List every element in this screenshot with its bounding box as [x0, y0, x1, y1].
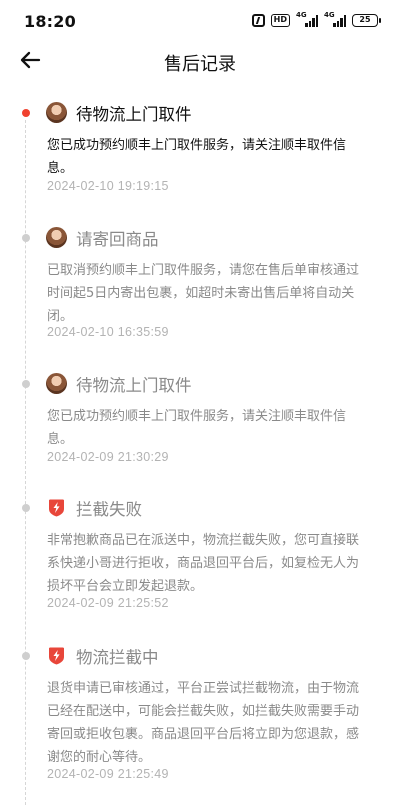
entry-description: 您已成功预约顺丰上门取件服务，请关注顺丰取件信息。 — [47, 138, 347, 176]
entry-title: 拦截失败 — [76, 500, 142, 519]
status-bar: 18:20 HD 4G 4G 25 — [0, 0, 400, 40]
status-icons: HD 4G 4G 25 — [251, 11, 381, 27]
avatar — [46, 227, 67, 248]
entry-timestamp: 2024-02-09 21:30:29 — [47, 450, 169, 464]
timeline-dot — [22, 504, 30, 512]
entry-timestamp: 2024-02-10 16:35:59 — [47, 325, 169, 339]
page-title: 售后记录 — [164, 54, 236, 75]
entry-timestamp: 2024-02-09 21:25:49 — [47, 767, 169, 781]
signal-icon-2: 4G — [324, 11, 346, 27]
entry-timestamp: 2024-02-09 21:25:52 — [47, 596, 169, 610]
avatar — [46, 102, 67, 123]
timeline-dot — [22, 652, 30, 660]
hd-voice-icon: HD — [270, 14, 290, 27]
entry-description: 退货申请已审核通过，平台正尝试拦截物流，由于物流已经在配送中，可能会拦截失败，如… — [47, 681, 360, 765]
battery-icon: 25 — [352, 14, 381, 27]
timeline-dot-active — [22, 109, 30, 117]
entry-description: 非常抱歉商品已在派送中，物流拦截失败，您可直接联系快递小哥进行拒收，商品退回平台… — [47, 533, 360, 594]
entry-timestamp: 2024-02-10 19:19:15 — [47, 179, 169, 193]
entry-description: 您已成功预约顺丰上门取件服务，请关注顺丰取件信息。 — [47, 409, 347, 447]
nav-bar: 售后记录 — [0, 40, 400, 84]
shield-badge-icon — [46, 645, 67, 666]
status-time: 18:20 — [24, 12, 76, 31]
entry-description: 已取消预约顺丰上门取件服务，请您在售后单审核通过时间起5日内寄出包裹，如超时未寄… — [47, 263, 360, 324]
shield-badge-icon — [46, 497, 67, 518]
entry-title: 待物流上门取件 — [76, 105, 192, 124]
signal-icon: 4G — [296, 11, 318, 27]
entry-title: 待物流上门取件 — [76, 376, 192, 395]
avatar — [46, 373, 67, 394]
entry-title: 物流拦截中 — [76, 648, 159, 667]
timeline-line — [25, 120, 26, 805]
entry-title: 请寄回商品 — [76, 230, 159, 249]
nfc-icon — [251, 14, 265, 27]
timeline-dot — [22, 234, 30, 242]
timeline-dot — [22, 380, 30, 388]
